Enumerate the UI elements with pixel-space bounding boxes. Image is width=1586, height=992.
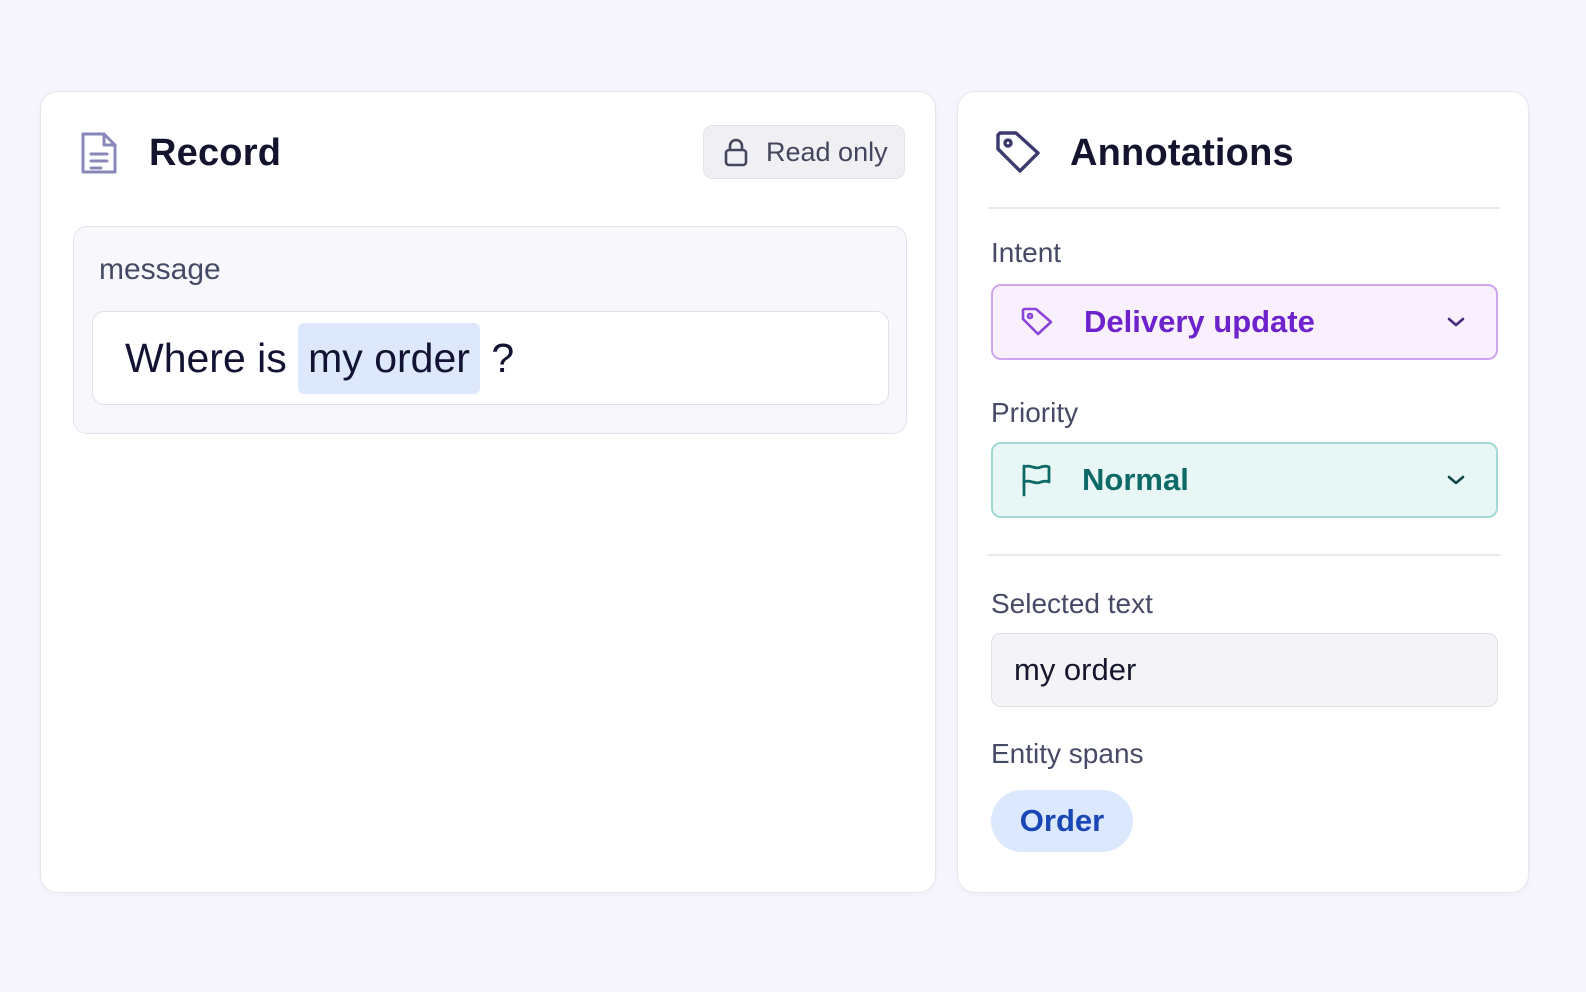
message-text-before: Where is	[125, 334, 299, 381]
priority-value: Normal	[1082, 462, 1189, 497]
entity-spans-label: Entity spans	[991, 738, 1144, 769]
lock-icon	[724, 137, 748, 167]
tag-icon	[994, 129, 1044, 177]
message-text-after: ?	[479, 334, 515, 381]
annotations-title: Annotations	[1070, 131, 1294, 174]
field-name-label: message	[99, 253, 221, 286]
annotations-panel: Annotations Intent Delivery update Prior…	[957, 91, 1529, 893]
annotations-header: Annotations	[994, 128, 1294, 178]
flag-icon	[1020, 463, 1052, 497]
entity-span-chip[interactable]: Order	[991, 790, 1133, 852]
selected-text-field[interactable]: my order	[991, 633, 1498, 707]
selected-text-value: my order	[1014, 652, 1137, 687]
intent-value: Delivery update	[1084, 304, 1315, 339]
intent-select[interactable]: Delivery update	[991, 284, 1498, 360]
priority-select[interactable]: Normal	[991, 442, 1498, 518]
entity-span-label: Order	[1019, 803, 1105, 838]
chevron-down-icon	[1446, 316, 1466, 328]
selected-text-label: Selected text	[991, 588, 1153, 619]
message-field-card: message Where is my order ?	[73, 226, 907, 434]
tag-icon	[1020, 306, 1054, 338]
read-only-label: Read only	[766, 136, 888, 167]
divider	[988, 554, 1500, 556]
record-panel: Record Read only message Where is my ord…	[40, 91, 936, 893]
record-header: Record	[79, 128, 281, 178]
intent-label: Intent	[991, 237, 1062, 268]
record-title: Record	[149, 131, 282, 174]
read-only-badge: Read only	[703, 125, 905, 179]
text-highlight[interactable]: my order	[298, 322, 480, 394]
chevron-down-icon	[1446, 474, 1466, 486]
document-icon	[79, 130, 119, 176]
divider	[988, 207, 1500, 209]
message-text[interactable]: Where is my order ?	[92, 311, 889, 405]
priority-label: Priority	[991, 397, 1079, 428]
